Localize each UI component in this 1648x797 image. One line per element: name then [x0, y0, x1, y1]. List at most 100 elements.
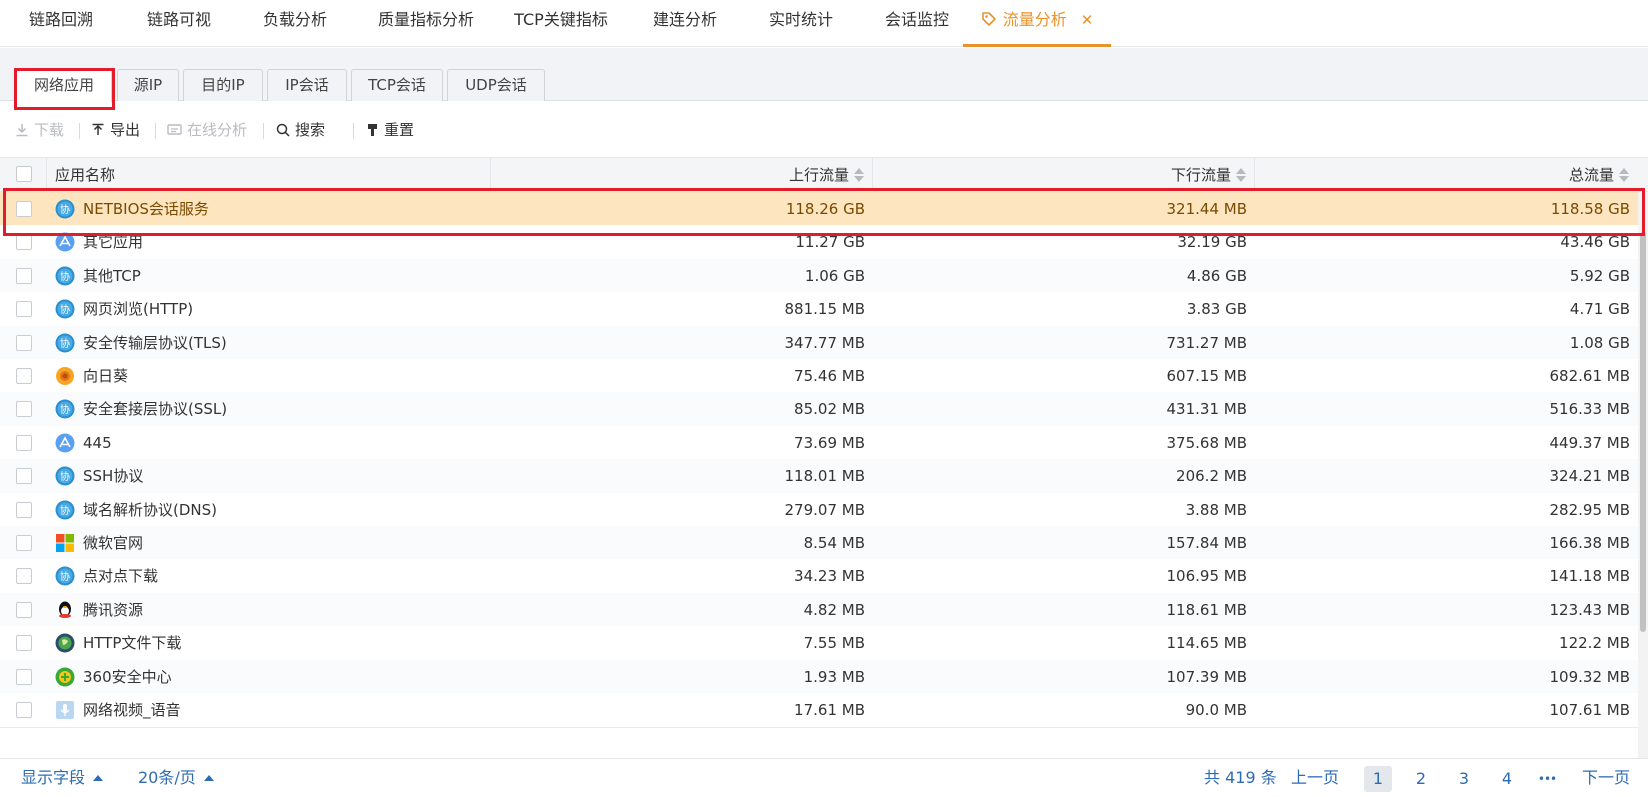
- row-checkbox[interactable]: [16, 201, 32, 217]
- next-page-button[interactable]: 下一页: [1582, 759, 1630, 797]
- subtab-source-ip[interactable]: 源IP: [117, 69, 179, 101]
- shield-360-icon: [55, 667, 75, 687]
- page-button[interactable]: 1: [1364, 766, 1392, 792]
- table-row[interactable]: 协域名解析协议(DNS) 279.07 MB 3.88 MB 282.95 MB: [0, 492, 1638, 528]
- row-checkbox[interactable]: [16, 702, 32, 718]
- row-checkbox[interactable]: [16, 468, 32, 485]
- total-traffic: 118.58 GB: [1550, 200, 1630, 218]
- online-analysis-button[interactable]: 在线分析: [167, 119, 247, 141]
- downstream-traffic: 118.61 MB: [1166, 600, 1248, 619]
- top-nav: 链路回溯 链路可视 负载分析 质量指标分析 TCP关键指标 建连分析 实时统计 …: [0, 0, 1648, 47]
- tab-traffic-analysis[interactable]: 流量分析 ✕: [963, 0, 1111, 47]
- close-icon[interactable]: ✕: [1081, 11, 1094, 29]
- search-icon: [276, 123, 290, 137]
- subtab-label: 源IP: [133, 76, 163, 94]
- row-checkbox[interactable]: [16, 668, 32, 685]
- row-checkbox[interactable]: [16, 568, 32, 585]
- table-row[interactable]: HTTP文件下载 7.55 MB 114.65 MB 122.2 MB: [0, 626, 1638, 662]
- tab-quality-metrics[interactable]: 质量指标分析: [356, 0, 496, 47]
- table-row[interactable]: 445 73.69 MB 375.68 MB 449.37 MB: [0, 425, 1638, 461]
- select-all-checkbox[interactable]: [16, 166, 32, 182]
- row-checkbox[interactable]: [16, 434, 32, 451]
- table-row[interactable]: 协点对点下载 34.23 MB 106.95 MB 141.18 MB: [0, 559, 1638, 595]
- col-header-app-name[interactable]: 应用名称: [55, 158, 115, 192]
- upstream-traffic: 7.55 MB: [803, 634, 865, 653]
- upstream-traffic: 85.02 MB: [794, 400, 865, 419]
- prev-page-button[interactable]: 上一页: [1291, 759, 1339, 797]
- table-row[interactable]: 协安全套接层协议(SSL) 85.02 MB 431.31 MB 516.33 MB: [0, 392, 1638, 428]
- tab-link-visual[interactable]: 链路可视: [124, 0, 234, 47]
- tab-load-analysis[interactable]: 负载分析: [240, 0, 350, 47]
- row-checkbox[interactable]: [16, 301, 32, 318]
- page-button[interactable]: 4: [1493, 766, 1521, 792]
- protocol-icon: 协: [55, 566, 75, 586]
- row-checkbox[interactable]: [16, 635, 32, 652]
- downstream-traffic: 375.68 MB: [1166, 433, 1248, 452]
- app-name: 安全套接层协议(SSL): [83, 400, 228, 419]
- tab-realtime-stats[interactable]: 实时统计: [746, 0, 856, 47]
- downstream-traffic: 157.84 MB: [1166, 534, 1248, 552]
- tab-label: 实时统计: [768, 10, 833, 29]
- row-checkbox[interactable]: [16, 234, 32, 251]
- total-traffic: 166.38 MB: [1549, 534, 1631, 552]
- row-checkbox[interactable]: [16, 401, 32, 418]
- scrollbar-thumb[interactable]: [1640, 232, 1646, 632]
- table-row[interactable]: 向日葵 75.46 MB 607.15 MB 682.61 MB: [0, 359, 1638, 394]
- tag-icon: [981, 12, 996, 26]
- table-row[interactable]: 协安全传输层协议(TLS) 347.77 MB 731.27 MB 1.08 GB: [0, 325, 1638, 361]
- more-pages-button[interactable]: •••: [1533, 766, 1561, 792]
- tab-link-backtrack[interactable]: 链路回溯: [14, 0, 108, 47]
- col-header-total[interactable]: 总流量: [1254, 158, 1630, 192]
- row-checkbox[interactable]: [16, 601, 32, 618]
- download-button[interactable]: 下载: [15, 119, 64, 141]
- table-row[interactable]: 360安全中心 1.93 MB 107.39 MB 109.32 MB: [0, 659, 1638, 695]
- page-button[interactable]: 3: [1450, 766, 1478, 792]
- display-fields-button[interactable]: 显示字段: [21, 759, 104, 797]
- table-row[interactable]: 微软官网 8.54 MB 157.84 MB 166.38 MB: [0, 526, 1638, 561]
- upstream-traffic: 1.06 GB: [804, 266, 865, 285]
- page-size-select[interactable]: 20条/页: [138, 759, 214, 797]
- row-checkbox[interactable]: [16, 535, 32, 551]
- row-checkbox[interactable]: [16, 501, 32, 518]
- protocol-icon: 协: [55, 500, 75, 520]
- tab-connection-analysis[interactable]: 建连分析: [630, 0, 740, 47]
- app-name: 向日葵: [83, 367, 129, 385]
- tab-tcp-key-metrics[interactable]: TCP关键指标: [498, 0, 624, 47]
- subtab-label: UDP会话: [465, 76, 527, 94]
- subtab-ip-session[interactable]: IP会话: [267, 69, 347, 101]
- col-header-upstream[interactable]: 上行流量: [490, 158, 865, 192]
- reset-button[interactable]: 重置: [366, 119, 414, 141]
- col-header-downstream[interactable]: 下行流量: [872, 158, 1247, 192]
- table-row[interactable]: 网络视频_语音 17.61 MB 90.0 MB 107.61 MB: [0, 693, 1638, 728]
- subtab-network-apps[interactable]: 网络应用: [16, 69, 112, 102]
- row-checkbox[interactable]: [16, 334, 32, 351]
- search-button[interactable]: 搜索: [276, 119, 325, 141]
- row-checkbox[interactable]: [16, 368, 32, 384]
- app-store-icon: [55, 433, 75, 453]
- vertical-scrollbar[interactable]: [1638, 192, 1648, 758]
- export-button[interactable]: 导出: [91, 119, 140, 141]
- table-row[interactable]: 协网页浏览(HTTP) 881.15 MB 3.83 GB 4.71 GB: [0, 292, 1638, 328]
- subtab-dest-ip[interactable]: 目的IP: [183, 69, 263, 101]
- protocol-icon: 协: [55, 333, 75, 353]
- downstream-traffic: 114.65 MB: [1166, 634, 1248, 653]
- tab-session-monitor[interactable]: 会话监控: [862, 0, 972, 47]
- page-size-label: 20条/页: [138, 768, 196, 787]
- subtab-udp-session[interactable]: UDP会话: [447, 69, 545, 101]
- upstream-traffic: 34.23 MB: [794, 567, 865, 586]
- table-row[interactable]: 协 SSH协议 118.01 MB 206.2 MB 324.21 MB: [0, 459, 1638, 495]
- table-row[interactable]: 协 NETBIOS会话服务 118.26 GB 321.44 MB 118.58 GB: [0, 192, 1638, 227]
- subtab-label: 目的IP: [201, 76, 245, 94]
- display-fields-label: 显示字段: [21, 768, 86, 787]
- protocol-icon: 协: [55, 399, 75, 419]
- app-name: 域名解析协议(DNS): [83, 500, 217, 519]
- tab-label: 建连分析: [652, 10, 717, 29]
- row-checkbox[interactable]: [16, 267, 32, 284]
- page-button[interactable]: 2: [1407, 766, 1435, 792]
- subtab-tcp-session[interactable]: TCP会话: [351, 69, 443, 101]
- table-row[interactable]: 腾讯资源 4.82 MB 118.61 MB 123.43 MB: [0, 592, 1638, 628]
- app-name: 微软官网: [83, 534, 144, 552]
- table-row[interactable]: 其它应用 11.27 GB 32.19 GB 43.46 GB: [0, 225, 1638, 261]
- table-row[interactable]: 协其他TCP 1.06 GB 4.86 GB 5.92 GB: [0, 258, 1638, 294]
- caret-up-icon: [203, 775, 214, 781]
